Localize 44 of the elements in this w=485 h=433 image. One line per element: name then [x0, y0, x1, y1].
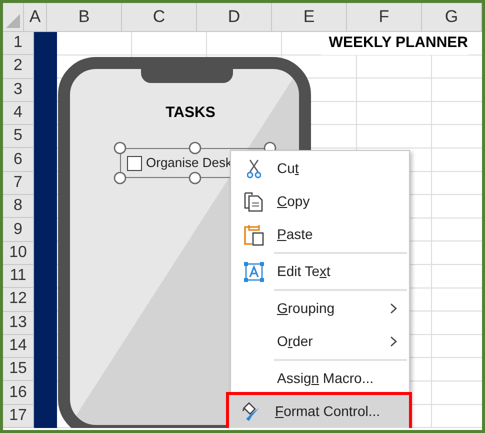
- row-header[interactable]: 14: [3, 334, 34, 358]
- corner-triangle-icon: [6, 14, 20, 28]
- scissors-icon: [247, 158, 261, 178]
- menu-item[interactable]: Assign Macro...: [231, 362, 409, 395]
- clipboard-icon: [244, 224, 264, 246]
- row-header[interactable]: 12: [3, 288, 34, 312]
- column-header[interactable]: C: [122, 3, 197, 31]
- row-header[interactable]: 4: [3, 102, 34, 126]
- row-header[interactable]: 7: [3, 172, 34, 196]
- row-header[interactable]: 2: [3, 55, 34, 79]
- menu-item[interactable]: Copy: [231, 185, 409, 218]
- column-header[interactable]: B: [47, 3, 122, 31]
- menu-item[interactable]: Format Control...: [229, 395, 409, 428]
- row-header[interactable]: 11: [3, 264, 34, 288]
- column-header[interactable]: F: [347, 3, 422, 31]
- chevron-right-icon: [390, 336, 397, 347]
- menu-item[interactable]: Order: [231, 325, 409, 358]
- row-header[interactable]: 5: [3, 125, 34, 148]
- tasks-heading: TASKS: [164, 103, 216, 123]
- menu-item[interactable]: Grouping: [231, 292, 409, 325]
- chevron-right-icon: [390, 303, 397, 314]
- column-header[interactable]: A: [24, 3, 47, 31]
- row-header[interactable]: 6: [3, 148, 34, 172]
- row-header[interactable]: 15: [3, 358, 34, 382]
- row-header[interactable]: 17: [3, 404, 34, 428]
- filled-cell: [34, 404, 57, 428]
- menu-item[interactable]: Paste: [231, 218, 409, 251]
- sheet-title: WEEKLY PLANNER: [320, 32, 468, 55]
- filled-cell: [34, 32, 57, 56]
- copy-icon: [244, 192, 264, 212]
- column-header[interactable]: E: [272, 3, 347, 31]
- row-header[interactable]: 3: [3, 78, 34, 102]
- checkbox[interactable]: [127, 156, 142, 170]
- column-header[interactable]: D: [197, 3, 272, 31]
- row-header[interactable]: 8: [3, 195, 34, 218]
- row-header[interactable]: 13: [3, 312, 34, 335]
- row-header[interactable]: 10: [3, 242, 34, 265]
- menu-item[interactable]: Edit Text: [231, 255, 409, 288]
- row-header[interactable]: 1: [3, 32, 34, 56]
- text-box-icon: [244, 262, 264, 282]
- paint-brush-icon: [242, 402, 262, 422]
- column-header[interactable]: G: [422, 3, 482, 31]
- row-header[interactable]: 16: [3, 381, 34, 405]
- row-header[interactable]: 9: [3, 218, 34, 242]
